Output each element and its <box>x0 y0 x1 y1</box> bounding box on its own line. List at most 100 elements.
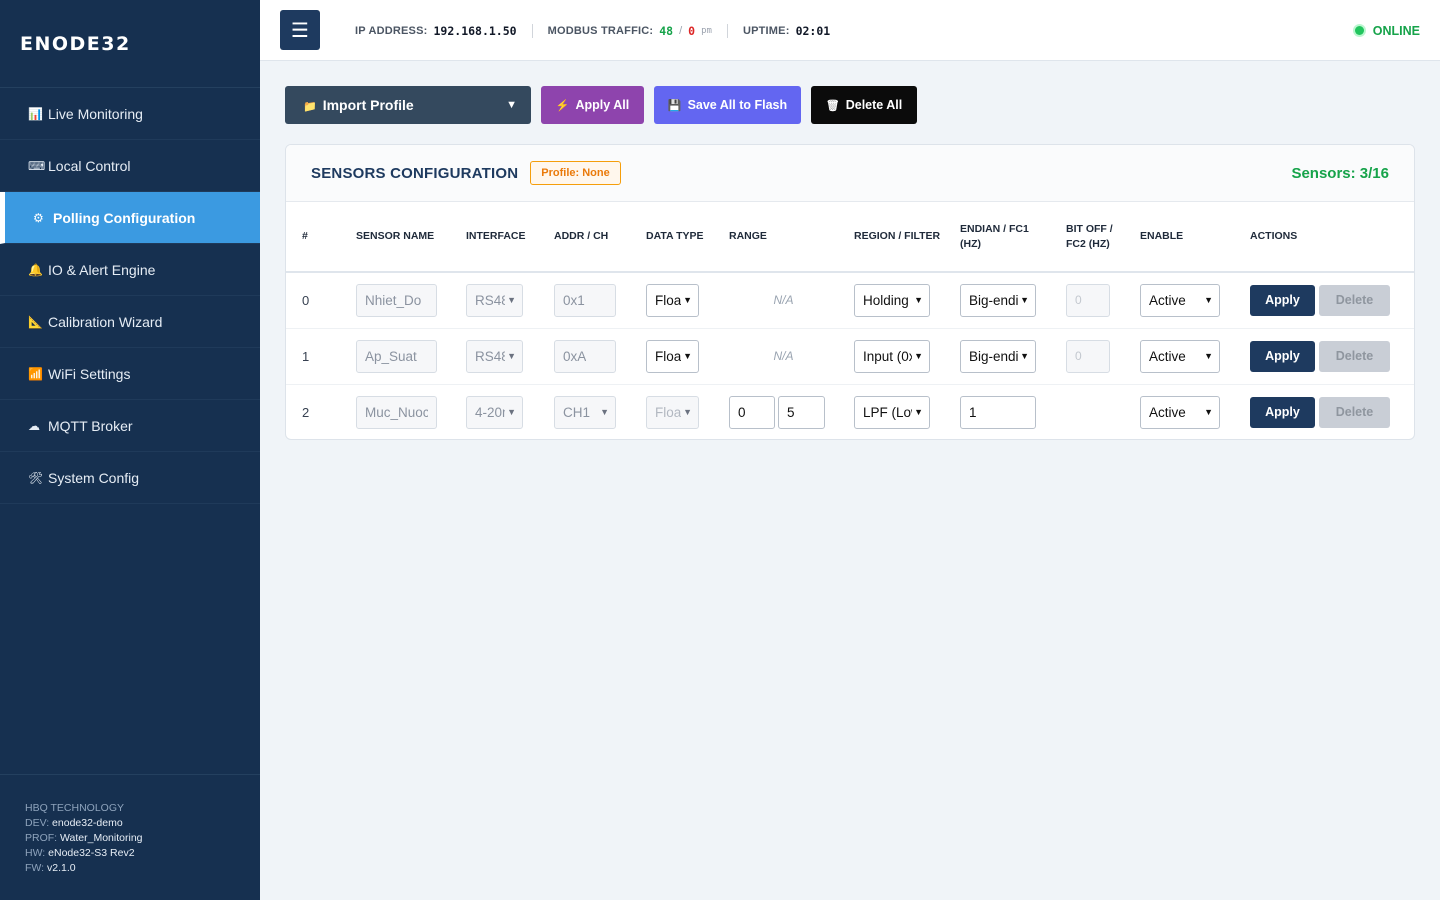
field-value: Ap_Suat <box>365 348 417 364</box>
save-all-to-flash-button[interactable]: 💾 Save All to Flash <box>654 86 801 124</box>
table-header-row: # SENSOR NAME INTERFACE ADDR / CH DATA T… <box>286 202 1414 272</box>
field-value: Big-endian <box>969 348 1018 364</box>
sensor-name-input[interactable]: Muc_Nuoc <box>356 395 437 429</box>
interface-select[interactable]: RS485▼ <box>466 283 523 317</box>
company-name: HBQ TECHNOLOGY <box>25 802 124 814</box>
device-info: HBQ TECHNOLOGY DEV: enode32-demo PROF: W… <box>0 774 260 900</box>
bit-offset-input[interactable]: 0 <box>1066 283 1110 317</box>
fw-label: FW: <box>25 862 45 874</box>
address-input[interactable]: 0xA <box>554 339 616 373</box>
field-value: 1 <box>969 404 977 420</box>
endian-select[interactable]: Big-endian▼ <box>960 339 1036 373</box>
data-type-select[interactable]: Float▼ <box>646 339 699 373</box>
field-value: Muc_Nuoc <box>365 404 428 420</box>
column-header: ACTIONS <box>1250 230 1298 242</box>
delete-all-button[interactable]: 🗑 Delete All <box>811 86 917 124</box>
chevron-down-icon: ▼ <box>1020 351 1029 361</box>
field-value: Active <box>1149 292 1186 308</box>
column-header: SENSOR NAME <box>356 230 435 242</box>
sidebar-nav: 📊 Live Monitoring ⌨ Local Control ⚙ Poll… <box>0 88 260 504</box>
delete-button[interactable]: Delete <box>1319 396 1390 428</box>
field-value: 0xA <box>563 348 587 364</box>
range-max-input[interactable]: 5 <box>778 395 825 429</box>
sidebar-item-label: Polling Configuration <box>53 209 196 226</box>
bit-offset-input[interactable]: 0 <box>1066 339 1110 373</box>
chevron-down-icon: ▼ <box>600 407 609 418</box>
uptime-value: 02:01 <box>795 23 831 38</box>
hamburger-menu-button[interactable]: ☰ <box>280 10 320 50</box>
apply-button[interactable]: Apply <box>1250 284 1315 316</box>
sidebar-item-mqtt-broker[interactable]: ☁ MQTT Broker <box>0 400 260 452</box>
brand-logo: ENODE32 <box>0 0 260 88</box>
sidebar-item-wifi-settings[interactable]: 📶 WiFi Settings <box>0 348 260 400</box>
lightning-icon: ⚡ <box>555 99 570 112</box>
enable-select[interactable]: Active ▼ <box>1140 339 1220 373</box>
sidebar-item-system-config[interactable]: 🛠 System Config <box>0 452 260 504</box>
dev-value: enode32-demo <box>52 817 123 829</box>
field-value: 0x1 <box>563 292 585 308</box>
cloud-icon: ☁ <box>28 418 40 433</box>
range-not-applicable: N/A <box>773 293 794 308</box>
sidebar-item-live-monitoring[interactable]: 📊 Live Monitoring <box>0 88 260 140</box>
interface-select[interactable]: RS485▼ <box>466 339 523 373</box>
field-value: LPF (Low-pass) <box>863 404 912 420</box>
column-header: ADDR / CH <box>554 230 609 242</box>
topbar: ☰ IP ADDRESS: 192.168.1.50 MODBUS TRAFFI… <box>260 0 1440 61</box>
sidebar: ENODE32 📊 Live Monitoring ⌨ Local Contro… <box>0 0 260 900</box>
fw-value: v2.1.0 <box>46 862 76 874</box>
region-select[interactable]: Holding (0x03)▼ <box>854 283 930 317</box>
row-number: 2 <box>302 404 310 420</box>
column-header: ENDIAN / FC1 (HZ) <box>960 222 1029 250</box>
wifi-icon: 📶 <box>28 366 43 381</box>
sensor-count: Sensors: 3/16 <box>1291 164 1389 182</box>
column-header: REGION / FILTER <box>854 230 941 242</box>
chevron-down-icon: ▼ <box>1020 295 1029 306</box>
field-value: Float <box>655 292 682 308</box>
address-input[interactable]: 0x1 <box>554 283 616 317</box>
sidebar-item-polling-configuration[interactable]: ⚙ Polling Configuration <box>0 192 260 244</box>
filter-select[interactable]: LPF (Low-pass)▼ <box>854 395 930 429</box>
sidebar-item-calibration-wizard[interactable]: 📐 Calibration Wizard <box>0 296 260 348</box>
apply-button[interactable]: Apply <box>1250 396 1315 428</box>
folder-icon: 📁 <box>303 101 317 113</box>
modbus-traffic-stat: MODBUS TRAFFIC: 48 / 0 pm <box>548 24 712 38</box>
sensor-name-input[interactable]: Ap_Suat <box>356 339 437 373</box>
apply-all-button[interactable]: ⚡ Apply All <box>541 86 644 124</box>
apply-all-label: Apply All <box>575 98 630 112</box>
sidebar-item-label: Live Monitoring <box>48 105 143 122</box>
endian-select[interactable]: Big-endian▼ <box>960 283 1036 317</box>
fc1-input[interactable]: 1 <box>960 395 1036 429</box>
data-type-select[interactable]: Float▼ <box>646 283 699 317</box>
apply-button[interactable]: Apply <box>1250 340 1315 372</box>
divider <box>531 23 533 38</box>
delete-button[interactable]: Delete <box>1319 340 1390 372</box>
range-min-input[interactable]: 0 <box>729 395 775 429</box>
sensors-configuration-card: SENSORS CONFIGURATION Profile: None Sens… <box>285 144 1415 440</box>
delete-button[interactable]: Delete <box>1319 284 1390 316</box>
data-type-select[interactable]: Float▼ <box>646 395 699 429</box>
sidebar-item-io-alert-engine[interactable]: 🔔 IO & Alert Engine <box>0 244 260 296</box>
row-actions: Apply Delete <box>1250 284 1414 316</box>
tools-icon: 🛠 <box>28 470 44 485</box>
profile-badge: Profile: None <box>530 161 621 185</box>
region-select[interactable]: Input (0x04)▼ <box>854 339 930 373</box>
range-not-applicable: N/A <box>773 349 794 363</box>
sensor-name-input[interactable]: Nhiet_Do <box>356 283 437 317</box>
enable-select[interactable]: Active ▼ <box>1140 283 1220 317</box>
sidebar-item-local-control[interactable]: ⌨ Local Control <box>0 140 260 192</box>
field-value: Input (0x04) <box>863 348 912 364</box>
channel-select[interactable]: CH1 ▼ <box>554 395 616 429</box>
table-row: 2 Muc_Nuoc 4-20mA▼ CH1▼ Float▼ 0 5 LPF (… <box>286 384 1414 439</box>
chevron-down-icon: ▼ <box>914 295 923 306</box>
status-dot-icon <box>1354 26 1364 35</box>
enable-select[interactable]: Active ▼ <box>1140 395 1220 429</box>
import-profile-select[interactable]: 📁 Import Profile ▼ <box>285 86 531 124</box>
field-value: Float <box>655 404 682 420</box>
firmware-line: FW: v2.1.0 <box>25 861 260 876</box>
row-number: 1 <box>302 348 310 364</box>
interface-select[interactable]: 4-20mA▼ <box>466 395 523 429</box>
column-header: DATA TYPE <box>646 230 704 242</box>
ip-address-value: 192.168.1.50 <box>433 23 517 38</box>
sidebar-item-label: Local Control <box>48 157 131 174</box>
connection-status-text: ONLINE <box>1372 23 1420 38</box>
